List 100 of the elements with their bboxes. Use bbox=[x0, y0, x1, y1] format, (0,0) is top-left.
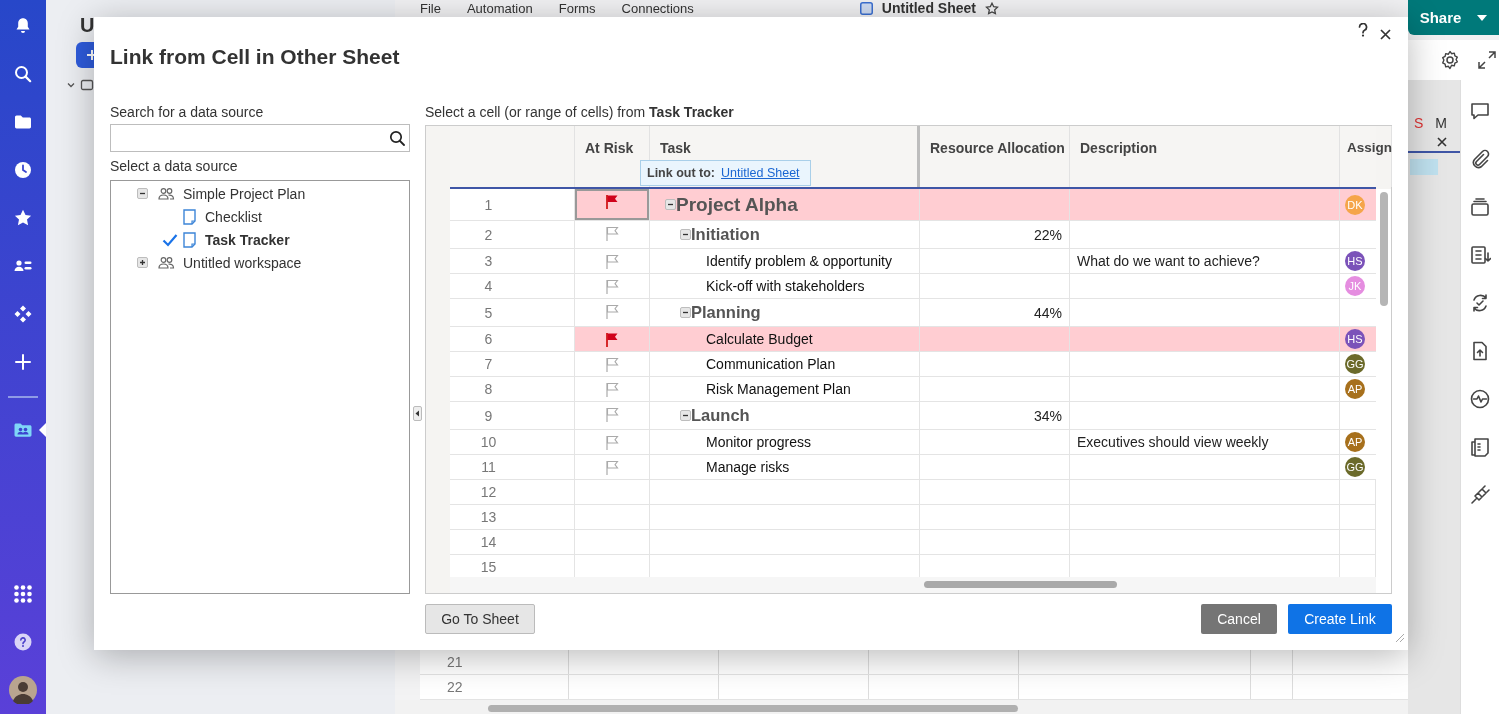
row-number: 2 bbox=[450, 221, 575, 249]
collapse-icon[interactable] bbox=[680, 307, 691, 318]
workspace-title: U bbox=[80, 13, 94, 38]
row-number: 10 bbox=[450, 430, 575, 455]
assignee-avatar: GG bbox=[1345, 354, 1365, 374]
row-number: 8 bbox=[450, 377, 575, 402]
sheet-icon bbox=[859, 2, 873, 15]
collapse-icon[interactable] bbox=[680, 410, 691, 421]
search-icon[interactable] bbox=[389, 130, 405, 146]
search-field[interactable] bbox=[110, 124, 410, 152]
task-name: Manage risks bbox=[706, 459, 790, 475]
at-risk-cell[interactable] bbox=[575, 352, 650, 377]
at-risk-cell[interactable] bbox=[575, 221, 650, 249]
close-icon[interactable] bbox=[1380, 29, 1391, 40]
at-risk-cell[interactable] bbox=[575, 327, 650, 352]
table-cell: 22% bbox=[920, 221, 1070, 249]
row-number: 22 bbox=[420, 675, 569, 699]
at-risk-cell[interactable] bbox=[575, 274, 650, 299]
tree-item[interactable]: Simple Project Plan bbox=[183, 185, 306, 202]
task-name: Launch bbox=[691, 406, 750, 425]
book-icon[interactable] bbox=[1469, 436, 1491, 458]
assignee-avatar: DK bbox=[1345, 194, 1365, 215]
row-number: 11 bbox=[450, 455, 575, 480]
tree-item[interactable]: Task Tracker bbox=[205, 231, 290, 248]
people-icon bbox=[158, 186, 175, 201]
plug-icon[interactable] bbox=[1469, 484, 1491, 506]
people-icon bbox=[158, 255, 175, 270]
at-risk-cell[interactable] bbox=[575, 455, 650, 480]
share-button[interactable]: Share bbox=[1408, 0, 1499, 35]
collapse-panel-icon[interactable] bbox=[413, 406, 422, 421]
comment-icon[interactable] bbox=[1469, 100, 1491, 122]
tree-item[interactable]: Checklist bbox=[205, 208, 262, 225]
menu-item[interactable]: Automation bbox=[466, 1, 533, 16]
stack-icon[interactable] bbox=[1469, 196, 1491, 218]
create-link-button[interactable]: Create Link bbox=[1288, 604, 1392, 634]
resize-grip-icon[interactable] bbox=[1395, 633, 1405, 643]
row-number: 7 bbox=[450, 352, 575, 377]
table-cell: What do we want to achieve? bbox=[1070, 249, 1340, 274]
sheet-icon bbox=[183, 231, 196, 248]
collapse-icon[interactable] bbox=[665, 199, 676, 210]
task-name: Communication Plan bbox=[706, 356, 836, 372]
task-name: Planning bbox=[691, 303, 761, 322]
scrollbar-thumb[interactable] bbox=[488, 705, 1018, 712]
at-risk-cell[interactable] bbox=[575, 377, 650, 402]
scrollbar-thumb[interactable] bbox=[1379, 192, 1388, 306]
caret-icon bbox=[1477, 13, 1488, 22]
expand-icon[interactable] bbox=[137, 257, 148, 268]
assignee-avatar: JK bbox=[1345, 276, 1365, 296]
row-number: 3 bbox=[450, 249, 575, 274]
help-icon[interactable] bbox=[1358, 23, 1368, 37]
row-number: 5 bbox=[450, 299, 575, 327]
tooltip-label: Link out to: bbox=[647, 166, 716, 180]
collapse-icon[interactable] bbox=[680, 229, 691, 240]
column-header[interactable]: Description bbox=[1070, 126, 1340, 187]
flag-icon[interactable] bbox=[605, 332, 619, 348]
task-name: Risk Management Plan bbox=[706, 381, 851, 397]
at-risk-cell[interactable] bbox=[575, 249, 650, 274]
field-label: Select a data source bbox=[110, 158, 239, 174]
sheet-title: Untitled Sheet bbox=[881, 1, 976, 16]
menu-item[interactable]: File bbox=[420, 1, 441, 16]
star-icon[interactable] bbox=[984, 1, 999, 16]
help-icon bbox=[13, 632, 33, 652]
activity-icon[interactable] bbox=[1469, 388, 1491, 410]
search-icon bbox=[13, 64, 33, 84]
instruction-text: Select a cell (or range of cells) from Task Tracker bbox=[425, 104, 735, 120]
flag-icon[interactable] bbox=[605, 194, 619, 210]
table-cell: 34% bbox=[920, 402, 1070, 430]
assignee-avatar: AP bbox=[1345, 379, 1365, 399]
scrollbar-thumb[interactable] bbox=[924, 581, 1117, 588]
row-number: 6 bbox=[450, 327, 575, 352]
day-label: S bbox=[1414, 115, 1424, 131]
document-download-icon[interactable] bbox=[1469, 244, 1491, 266]
at-risk-cell[interactable] bbox=[575, 402, 650, 430]
chevron-icon[interactable] bbox=[66, 80, 76, 90]
collapse-icon[interactable] bbox=[137, 188, 148, 199]
field-label: Search for a data source bbox=[110, 104, 265, 120]
task-name: Project Alpha bbox=[676, 193, 798, 216]
column-header[interactable]: Resource Allocation bbox=[920, 126, 1070, 187]
plus-icon bbox=[13, 352, 33, 372]
task-name: Calculate Budget bbox=[706, 331, 813, 347]
row-number: 13 bbox=[450, 505, 575, 530]
settings-icon[interactable] bbox=[1440, 50, 1460, 70]
tree-item[interactable]: Untitled workspace bbox=[183, 254, 302, 271]
at-risk-cell[interactable] bbox=[575, 430, 650, 455]
menu-item[interactable]: Connections bbox=[621, 1, 694, 16]
star-icon bbox=[13, 208, 33, 228]
dialog-title: Link from Cell in Other Sheet bbox=[110, 45, 400, 69]
close-icon[interactable] bbox=[1437, 137, 1447, 147]
sheet-link[interactable]: Untitled Sheet bbox=[721, 166, 800, 180]
gantt-bar bbox=[1410, 159, 1438, 175]
cancel-button[interactable]: Cancel bbox=[1201, 604, 1277, 634]
row-number: 4 bbox=[450, 274, 575, 299]
menu-item[interactable]: Forms bbox=[558, 1, 596, 16]
go-to-sheet-button[interactable]: Go To Sheet bbox=[425, 604, 535, 634]
assignee-avatar: AP bbox=[1345, 432, 1365, 452]
assignee-avatar: GG bbox=[1345, 457, 1365, 477]
fullscreen-icon[interactable] bbox=[1477, 50, 1497, 70]
column-header[interactable]: Assign bbox=[1340, 126, 1392, 187]
sheet-icon bbox=[183, 208, 196, 225]
at-risk-cell[interactable] bbox=[575, 189, 650, 221]
